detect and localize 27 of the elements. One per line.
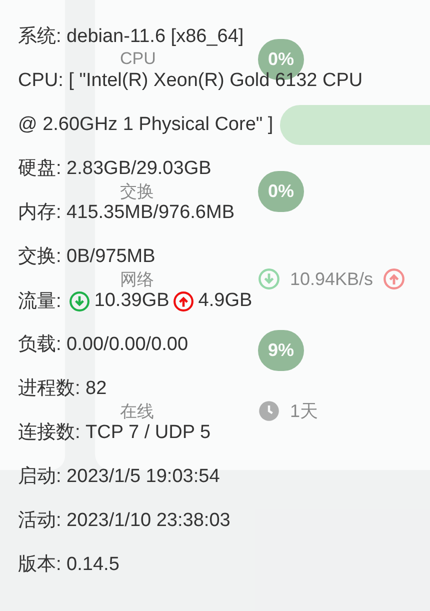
info-line: 系统: debian-11.6 [x86_64]: [18, 26, 244, 47]
download-total: 10.39GB: [94, 290, 170, 312]
row-label: 在线: [120, 400, 154, 422]
info-line: 连接数: TCP 7 / UDP 5: [18, 422, 211, 443]
row-label: 交换: [120, 180, 154, 202]
upload-icon: [173, 290, 194, 312]
upload-icon: [383, 268, 406, 290]
info-line: 负载: 0.00/0.00/0.00: [18, 334, 188, 355]
info-line: 活动: 2023/1/10 23:38:03: [18, 510, 230, 531]
row-label: 网络: [120, 268, 154, 290]
info-line: 版本: 0.14.5: [18, 554, 120, 575]
info-line: CPU: [ "Intel(R) Xeon(R) Gold 6132 CPU @ 2.60GHz 1 Physical Core" ]: [18, 70, 363, 135]
info-line: 进程数: 82: [18, 378, 107, 399]
info-line: 硬盘: 2.83GB/29.03GB: [18, 158, 212, 179]
info-line: 启动: 2023/1/5 19:03:54: [18, 466, 220, 487]
row-label: CPU: [120, 49, 156, 69]
info-line: 交换: 0B/975MB: [18, 246, 156, 267]
download-icon: [258, 268, 280, 290]
upload-total: 4.9GB: [198, 290, 252, 312]
download-icon: [69, 290, 90, 312]
info-line: 内存: 415.35MB/976.6MB: [18, 202, 234, 223]
percent-pill: 9%: [258, 330, 304, 370]
percent-pill: 0%: [258, 170, 304, 212]
info-label: 流量:: [18, 290, 62, 314]
clock-icon: [258, 400, 280, 422]
uptime-value: 1天: [290, 400, 318, 423]
network-speed: 10.94KB/s: [290, 268, 374, 290]
